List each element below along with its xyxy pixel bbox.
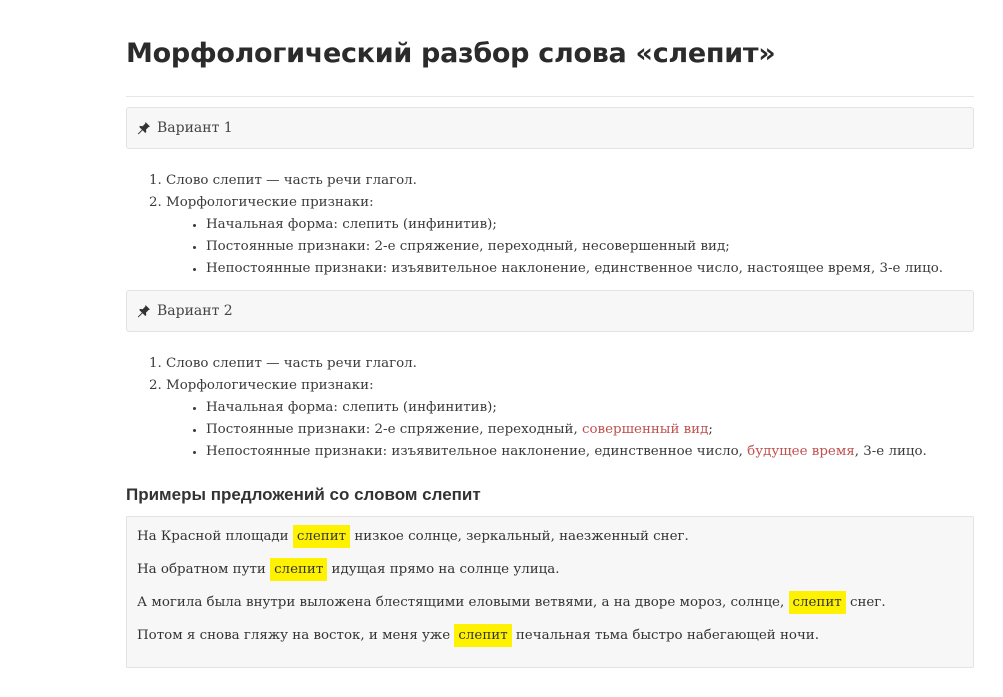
changed-feature-value: будущее время (747, 444, 855, 459)
example-sentence: На обратном пути слепит идущая прямо на … (137, 558, 560, 581)
list-item: Морфологические признаки: Начальная форм… (166, 192, 974, 280)
pushpin-icon (137, 121, 151, 135)
list-item: Постоянные признаки: 2-е спряжение, пере… (206, 419, 974, 441)
list-item: Слово слепит — часть речи глагол. (166, 353, 974, 375)
list-item: Непостоянные признаки: изъявительное нак… (206, 258, 974, 280)
variant-1-label: Вариант 1 (157, 120, 233, 136)
changed-feature-value: совершенный вид (581, 422, 709, 437)
list-item: Морфологические признаки: Начальная форм… (166, 375, 974, 463)
variant-2-label: Вариант 2 (157, 303, 233, 319)
example-sentence: На Красной площади слепит низкое солнце,… (137, 525, 689, 548)
list-item: Слово слепит — часть речи глагол. (166, 170, 974, 192)
example-sentence: Потом я снова гляжу на восток, и меня уж… (137, 624, 819, 647)
variable-feature-value: настоящее время (747, 261, 871, 276)
list-item: Начальная форма: слепить (инфинитив); (206, 214, 974, 236)
list-item: Постоянные признаки: 2-е спряжение, пере… (206, 236, 974, 258)
variant-2-header[interactable]: Вариант 2 (126, 290, 974, 332)
pushpin-icon (137, 304, 151, 318)
variant-2-analysis: Слово слепит — часть речи глагол. Морфол… (126, 353, 974, 463)
highlighted-word: слепит (270, 558, 328, 581)
list-item: Непостоянные признаки: изъявительное нак… (206, 441, 974, 463)
highlighted-word: слепит (292, 525, 351, 548)
highlighted-word: слепит (788, 591, 846, 614)
variant-1-header[interactable]: Вариант 1 (126, 107, 974, 149)
highlighted-word: слепит (454, 624, 512, 647)
constant-feature-value: несовершенный вид (581, 239, 726, 254)
title-divider (126, 96, 974, 97)
examples-heading: Примеры предложений со словом слепит (126, 485, 481, 504)
variant-1-analysis: Слово слепит — часть речи глагол. Морфол… (126, 170, 974, 280)
list-item: Начальная форма: слепить (инфинитив); (206, 397, 974, 419)
examples-panel: На Красной площади слепит низкое солнце,… (126, 516, 974, 668)
example-sentence: А могила была внутри выложена блестящими… (137, 591, 886, 614)
page-title: Морфологический разбор слова «слепит» (126, 38, 776, 69)
